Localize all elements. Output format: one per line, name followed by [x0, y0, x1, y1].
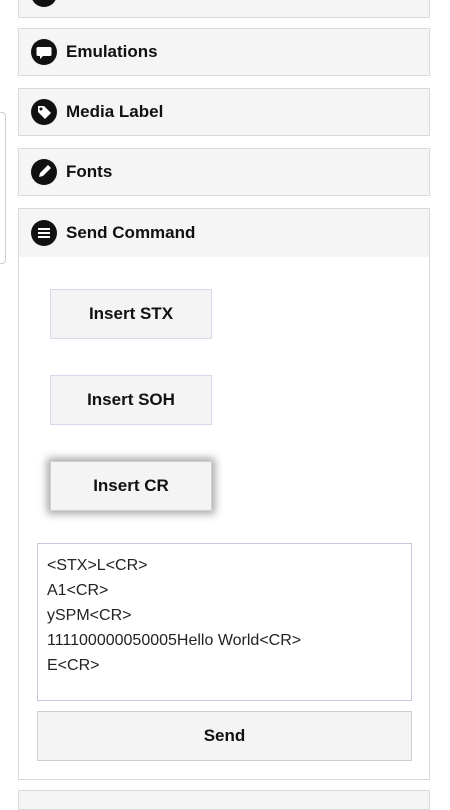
- section-label: Media Label: [66, 102, 164, 121]
- command-textarea[interactable]: <STX>L<CR> A1<CR> ySPM<CR> 1111000000500…: [37, 543, 412, 701]
- insert-stx-button[interactable]: Insert STX: [50, 289, 212, 339]
- section-label: Send Command: [66, 223, 196, 242]
- section-header-partial[interactable]: [18, 0, 430, 18]
- section-header-partial-bottom[interactable]: [18, 790, 430, 810]
- pencil-icon: [30, 158, 58, 186]
- section-icon: [30, 0, 58, 8]
- section-send-command[interactable]: Send Command: [18, 208, 430, 258]
- list-icon: [30, 219, 58, 247]
- section-label: Fonts: [66, 162, 113, 181]
- insert-soh-button[interactable]: Insert SOH: [50, 375, 212, 425]
- section-emulations[interactable]: Emulations: [18, 28, 430, 76]
- chat-bubble-icon: [30, 38, 58, 66]
- side-drawer-handle[interactable]: [0, 112, 6, 264]
- section-fonts[interactable]: Fonts: [18, 148, 430, 196]
- send-button[interactable]: Send: [37, 711, 412, 761]
- section-media-label[interactable]: Media Label: [18, 88, 430, 136]
- tag-icon: [30, 98, 58, 126]
- section-label: Emulations: [66, 42, 158, 61]
- insert-cr-button[interactable]: Insert CR: [50, 461, 212, 511]
